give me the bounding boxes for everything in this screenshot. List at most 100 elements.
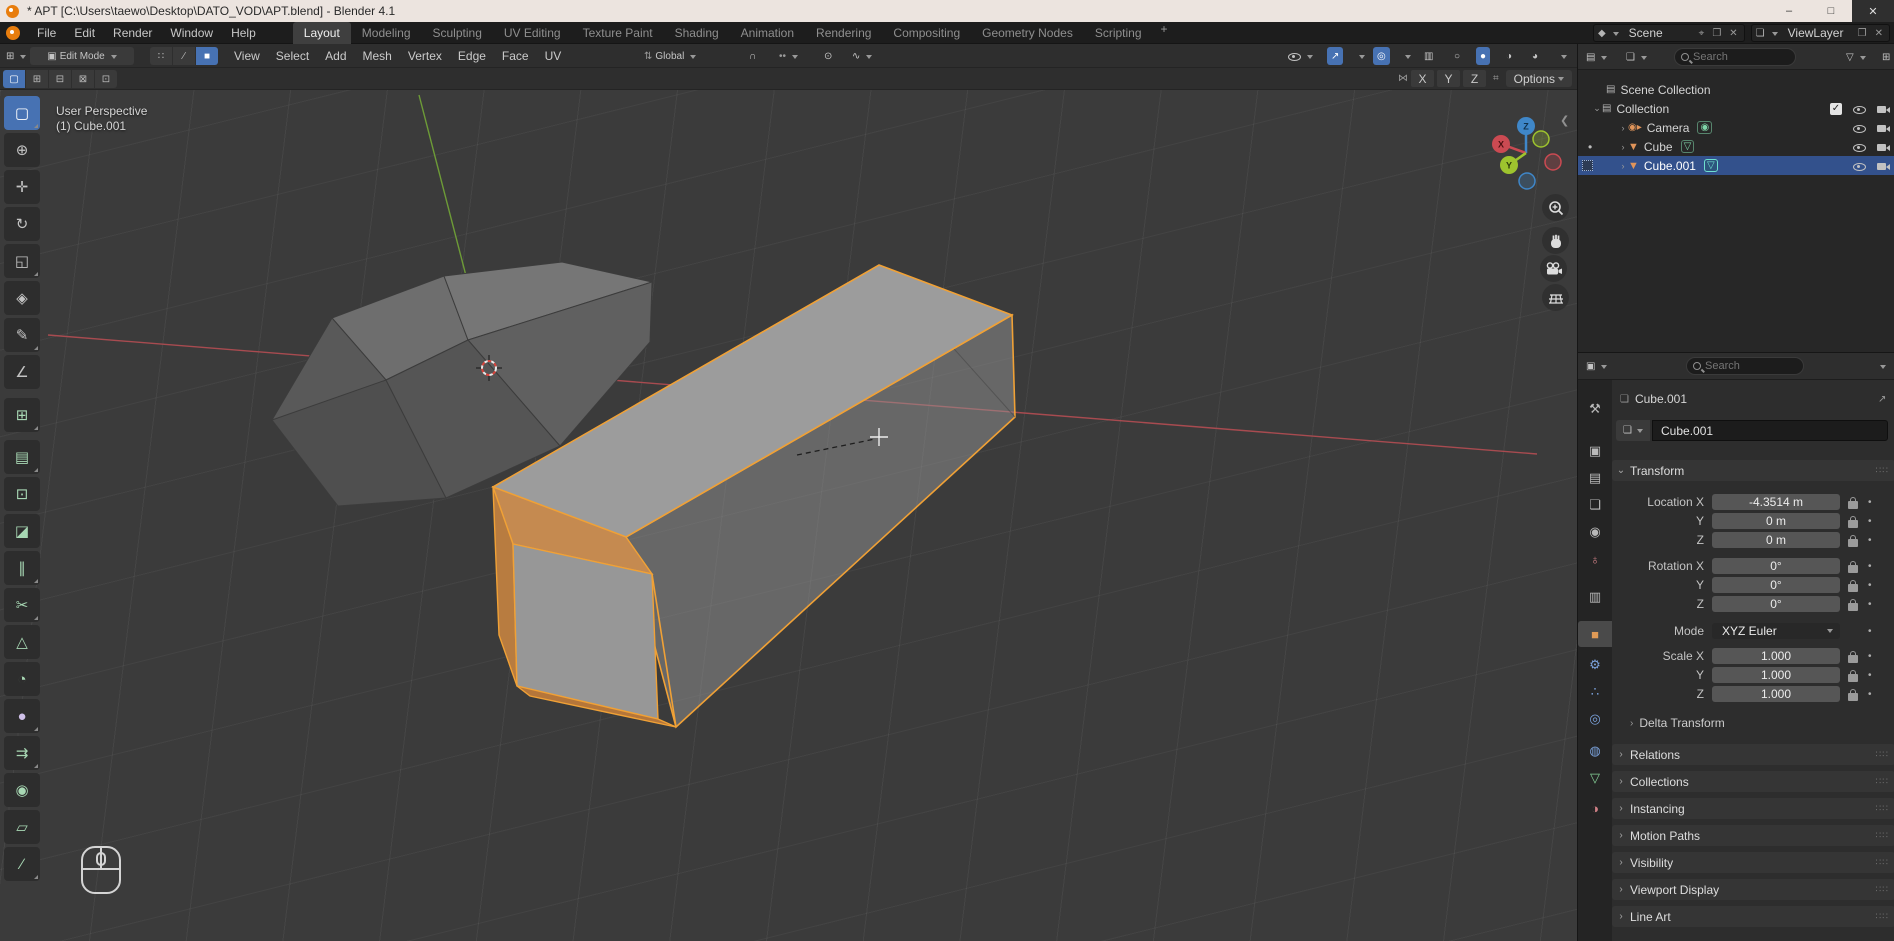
delete-viewlayer-icon[interactable]: ✕ <box>1873 28 1885 39</box>
tool-poly-build[interactable]: △ <box>4 625 40 659</box>
zoom-button[interactable] <box>1542 194 1569 221</box>
panel-grip-icon[interactable]: ∷∷ <box>1876 857 1889 868</box>
delta-transform-subpanel[interactable]: › Delta Transform <box>1630 716 1725 730</box>
select-extend-icon[interactable]: ⊞ <box>26 70 48 88</box>
panel-collections[interactable]: ›Collections∷∷ <box>1612 771 1894 792</box>
tab-render[interactable]: ▣ <box>1578 438 1612 464</box>
tool-move[interactable]: ✛ <box>4 170 40 204</box>
mode-dropdown[interactable]: ▣ Edit Mode <box>30 47 134 65</box>
panel-grip-icon[interactable]: ∷∷ <box>1876 776 1889 787</box>
properties-editor-type-button[interactable]: ▣ <box>1582 357 1611 375</box>
show-overlays-button[interactable]: ◎ <box>1373 47 1390 65</box>
tool-measure[interactable]: ∠ <box>4 355 40 389</box>
menu-vertex[interactable]: Vertex <box>400 49 450 63</box>
vertex-select-icon[interactable]: ∷ <box>150 47 172 65</box>
exclude-checkbox[interactable]: ✓ <box>1830 103 1842 115</box>
animate-dot[interactable]: • <box>1868 535 1872 546</box>
shading-solid-button[interactable]: ● <box>1476 47 1490 65</box>
transform-orientation-dropdown[interactable]: ⇅ Global <box>640 47 700 65</box>
tab-object[interactable]: ■ <box>1578 621 1612 647</box>
hide-viewport-icon[interactable] <box>1852 122 1866 134</box>
tool-smooth[interactable]: ● <box>4 699 40 733</box>
tab-material[interactable]: ◑ <box>1578 795 1612 821</box>
tab-rendering[interactable]: Rendering <box>805 22 882 44</box>
location-y-field[interactable]: 0 m <box>1712 513 1840 529</box>
tab-physics[interactable]: ◎ <box>1578 706 1612 732</box>
panel-motion-paths[interactable]: ›Motion Paths∷∷ <box>1612 825 1894 846</box>
animate-dot[interactable]: • <box>1868 580 1872 591</box>
menu-mesh[interactable]: Mesh <box>355 49 400 63</box>
lock-icon[interactable] <box>1848 539 1858 547</box>
tool-extrude-region[interactable]: ▤ <box>4 440 40 474</box>
lock-icon[interactable] <box>1848 501 1858 509</box>
tab-shading[interactable]: Shading <box>664 22 730 44</box>
scale-x-field[interactable]: 1.000 <box>1712 648 1840 664</box>
panel-line-art[interactable]: ›Line Art∷∷ <box>1612 906 1894 927</box>
select-subtract-icon[interactable]: ⊟ <box>49 70 71 88</box>
outliner-search-input[interactable] <box>1693 51 1789 63</box>
animate-dot[interactable]: • <box>1868 561 1872 572</box>
disable-render-icon[interactable] <box>1877 160 1890 172</box>
panel-grip-icon[interactable]: ∷∷ <box>1876 884 1889 895</box>
panel-grip-icon[interactable]: ∷∷ <box>1876 830 1889 841</box>
tab-animation[interactable]: Animation <box>730 22 805 44</box>
tool-spin[interactable]: ◔ <box>4 662 40 696</box>
location-x-field[interactable]: -4.3514 m <box>1712 494 1840 510</box>
lock-icon[interactable] <box>1848 674 1858 682</box>
orthographic-toggle-button[interactable] <box>1542 284 1569 311</box>
add-workspace-button[interactable]: + <box>1153 22 1176 44</box>
show-object-types-dropdown[interactable] <box>1283 47 1317 65</box>
animate-dot[interactable]: • <box>1868 651 1872 662</box>
snap-projection-icon[interactable]: ⌗ <box>1493 73 1499 84</box>
pin-icon[interactable]: ⌖ <box>1697 28 1707 39</box>
filter-dropdown[interactable]: ▽ <box>1842 48 1870 66</box>
rotation-y-field[interactable]: 0° <box>1712 577 1840 593</box>
show-gizmo-button[interactable]: ↗ <box>1327 47 1343 65</box>
delete-scene-icon[interactable]: ✕ <box>1727 28 1739 39</box>
tab-object-data[interactable]: ▽ <box>1578 765 1612 791</box>
lock-icon[interactable] <box>1848 565 1858 573</box>
minimize-button[interactable]: – <box>1768 0 1810 22</box>
select-new-icon[interactable]: ▢ <box>3 70 25 88</box>
tab-layout[interactable]: Layout <box>293 22 351 44</box>
proportional-falloff-dropdown[interactable]: ∿ <box>848 47 876 65</box>
rotation-mode-dropdown[interactable]: XYZ Euler <box>1712 623 1840 639</box>
xray-toggle-button[interactable]: ▥ <box>1420 47 1437 65</box>
shading-dropdown[interactable] <box>1554 47 1571 65</box>
select-invert-icon[interactable]: ⊠ <box>72 70 94 88</box>
chevron-down-icon[interactable] <box>1880 365 1886 372</box>
properties-search-input[interactable] <box>1705 360 1797 372</box>
tool-knife[interactable]: ✂ <box>4 588 40 622</box>
tab-geometry-nodes[interactable]: Geometry Nodes <box>971 22 1084 44</box>
tool-inset-faces[interactable]: ⊡ <box>4 477 40 511</box>
tool-annotate[interactable]: ✎ <box>4 318 40 352</box>
menu-window[interactable]: Window <box>161 22 222 44</box>
object-id-dropdown[interactable]: ❏ <box>1616 420 1650 441</box>
outliner-row-cube[interactable]: • › ▼ Cube ▽ <box>1578 137 1894 156</box>
lock-icon[interactable] <box>1848 655 1858 663</box>
tab-tool[interactable]: ⚒ <box>1578 396 1612 422</box>
tool-loop-cut[interactable]: ∥ <box>4 551 40 585</box>
outliner-row-collection[interactable]: ⌄ ▤ Collection ✓ <box>1578 99 1894 118</box>
tab-modifiers[interactable]: ⚙ <box>1578 652 1612 678</box>
tool-transform[interactable]: ◈ <box>4 281 40 315</box>
snap-settings-dropdown[interactable]: •• <box>775 47 802 65</box>
mirror-x-button[interactable]: X <box>1411 70 1434 87</box>
panel-viewport-display[interactable]: ›Viewport Display∷∷ <box>1612 879 1894 900</box>
blender-menu-icon[interactable] <box>6 26 20 40</box>
outliner-row-scene-collection[interactable]: ▤ Scene Collection <box>1578 80 1894 99</box>
proportional-edit-button[interactable]: ⊙ <box>820 47 836 65</box>
outliner-row-cube001[interactable]: › ▼ Cube.001 ▽ <box>1578 156 1894 175</box>
shading-wireframe-button[interactable]: ○ <box>1450 47 1464 65</box>
link-arrow-icon[interactable]: ↗ <box>1878 394 1886 405</box>
object-name-field[interactable] <box>1652 420 1888 441</box>
rotation-z-field[interactable]: 0° <box>1712 596 1840 612</box>
tool-scale[interactable]: ◱ <box>4 244 40 278</box>
scale-z-field[interactable]: 1.000 <box>1712 686 1840 702</box>
tab-modeling[interactable]: Modeling <box>351 22 422 44</box>
snap-toggle-button[interactable]: ∩ <box>745 47 760 65</box>
chevron-down-icon[interactable]: ⌄ <box>1592 103 1602 114</box>
outliner-display-mode-button[interactable]: ❏ <box>1622 48 1651 66</box>
tab-collection[interactable]: ▥ <box>1578 584 1612 610</box>
hide-viewport-icon[interactable] <box>1852 103 1866 115</box>
